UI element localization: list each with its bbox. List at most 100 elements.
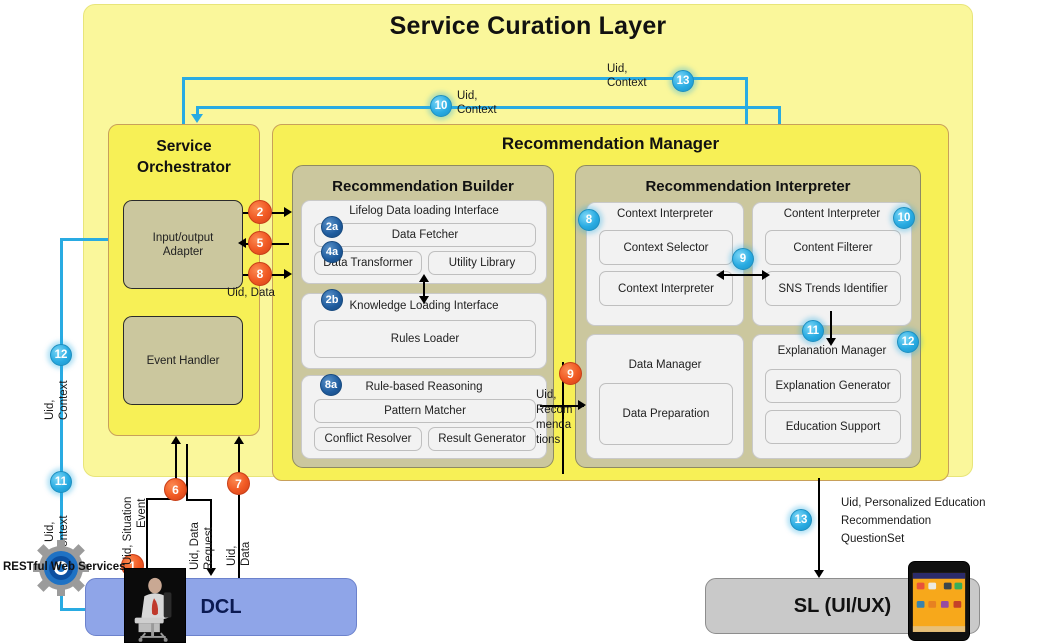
label-uid-context-13: Uid, Context bbox=[607, 63, 647, 89]
badge-5: 5 bbox=[248, 231, 272, 255]
data-fetcher-label: Data Fetcher bbox=[391, 229, 459, 241]
badge-12-explanation-label: 12 bbox=[901, 336, 915, 348]
badge-6-label: 6 bbox=[172, 482, 179, 497]
pattern-matcher-box: Pattern Matcher bbox=[314, 399, 536, 423]
recommendation-builder-panel: Recommendation Builder Lifelog Data load… bbox=[292, 165, 554, 468]
badge-7-label: 7 bbox=[235, 476, 242, 491]
utility-library-box: Utility Library bbox=[428, 251, 536, 275]
label-uid-context-10: Uid, Context bbox=[457, 90, 497, 116]
label-uid-situation-event-2: Event bbox=[136, 498, 148, 528]
badge-11-explanation: 11 bbox=[802, 320, 824, 342]
interp-internal-arrow-left bbox=[716, 270, 724, 280]
label-sl-message: Uid, Personalized Education Recommendati… bbox=[841, 497, 986, 545]
content-interpreter-group-label: Content Interpreter bbox=[783, 208, 881, 220]
utility-library-label: Utility Library bbox=[448, 257, 516, 269]
sl-uiux-label: SL (UI/UX) bbox=[793, 594, 892, 617]
content-interpreter-group: Content Interpreter Content Filterer SNS… bbox=[752, 202, 912, 326]
restful-web-services-label: RESTful Web Services bbox=[3, 561, 126, 573]
badge-9-label: 9 bbox=[567, 366, 574, 381]
badge-10-content: 10 bbox=[893, 207, 915, 229]
badge-2a: 2a bbox=[321, 216, 343, 238]
conflict-resolver-box: Conflict Resolver bbox=[314, 427, 422, 451]
input-output-adapter-box: Input/output Adapter bbox=[123, 200, 243, 289]
interp-internal-connector bbox=[722, 274, 766, 276]
label-uid-data-request-2: Request bbox=[203, 527, 215, 570]
badge-11-left: 11 bbox=[50, 471, 72, 493]
badge-2-label: 2 bbox=[256, 205, 264, 219]
badge-8-orchestrator: 8 bbox=[248, 262, 272, 286]
badge-8a: 8a bbox=[320, 374, 342, 396]
badge-11-explanation-label: 11 bbox=[806, 325, 820, 337]
recommendation-builder-title: Recommendation Builder bbox=[332, 178, 514, 195]
context-interpreter-group-label: Context Interpreter bbox=[617, 208, 713, 220]
context-selector-label: Context Selector bbox=[623, 241, 709, 254]
interp-internal-arrow-right bbox=[762, 270, 770, 280]
badge-12-explanation: 12 bbox=[897, 331, 919, 353]
data-preparation-box: Data Preparation bbox=[599, 383, 733, 445]
event-handler-box: Event Handler bbox=[123, 316, 243, 405]
connector-5-arrow bbox=[238, 238, 246, 248]
badge-8-context-label: 8 bbox=[585, 214, 593, 226]
badge-6: 6 bbox=[164, 478, 187, 501]
explanation-generator-label: Explanation Generator bbox=[775, 380, 891, 392]
badge-5-label: 5 bbox=[256, 236, 264, 250]
label-uid-situation-event: Uid, Situation bbox=[122, 496, 134, 565]
badge-10-top-label: 10 bbox=[434, 100, 448, 112]
connector-situation-event-arrow bbox=[171, 436, 181, 444]
connector-13-horizontal bbox=[182, 77, 747, 80]
connector-13-vertical-left bbox=[182, 77, 185, 124]
badge-12-left: 12 bbox=[50, 344, 72, 366]
data-manager-group-label: Data Manager bbox=[628, 359, 702, 371]
badge-13-bottom-label: 13 bbox=[794, 514, 808, 526]
sns-trends-identifier-label: SNS Trends Identifier bbox=[778, 282, 888, 295]
service-orchestrator-title-line1: Service bbox=[156, 138, 212, 155]
badge-8-orchestrator-label: 8 bbox=[256, 267, 264, 281]
service-orchestrator-title-line2: Orchestrator bbox=[137, 159, 231, 176]
context-selector-box: Context Selector bbox=[599, 230, 733, 265]
badge-7: 7 bbox=[227, 472, 250, 495]
badge-12-left-label: 12 bbox=[54, 349, 68, 361]
badge-10-content-label: 10 bbox=[897, 212, 911, 224]
badge-2b-label: 2b bbox=[325, 294, 339, 306]
dcl-label: DCL bbox=[200, 595, 242, 618]
result-generator-label: Result Generator bbox=[438, 433, 526, 445]
builder-internal-arrow-down bbox=[419, 296, 429, 304]
input-output-adapter-label: Input/output Adapter bbox=[152, 231, 214, 258]
explanation-manager-group: Explanation Manager Explanation Generato… bbox=[752, 334, 912, 459]
smartphone-icon bbox=[908, 561, 970, 641]
explanation-generator-box: Explanation Generator bbox=[765, 369, 901, 403]
lifelog-data-loading-interface-label: Lifelog Data loading Interface bbox=[349, 205, 499, 217]
conflict-resolver-label: Conflict Resolver bbox=[324, 433, 412, 445]
badge-10-top: 10 bbox=[430, 95, 452, 117]
badge-2a-label: 2a bbox=[325, 221, 339, 233]
context-interpreter-group: Context Interpreter Context Selector Con… bbox=[586, 202, 744, 326]
connector-13-to-sl-arrow bbox=[814, 570, 824, 578]
badge-13-top: 13 bbox=[672, 70, 694, 92]
recommendation-interpreter-title: Recommendation Interpreter bbox=[645, 178, 851, 195]
label-uid-data-7: Uid, bbox=[226, 545, 238, 566]
context-interpreter-label: Context Interpreter bbox=[618, 282, 714, 295]
badge-9: 9 bbox=[559, 362, 582, 385]
education-support-box: Education Support bbox=[765, 410, 901, 444]
connector-2-arrow bbox=[284, 207, 292, 217]
badge-11-left-label: 11 bbox=[54, 476, 68, 488]
badge-9-middle: 9 bbox=[732, 248, 754, 270]
result-generator-box: Result Generator bbox=[428, 427, 536, 451]
connector-data-request-h bbox=[186, 499, 211, 501]
label-uid-data-adapter: Uid, Data bbox=[227, 287, 275, 299]
connector-13-to-sl bbox=[818, 478, 820, 574]
label-uid-data-7-2: Data bbox=[240, 541, 252, 566]
event-handler-label: Event Handler bbox=[146, 354, 220, 367]
label-uid-data-request: Uid, Data bbox=[189, 522, 201, 570]
badge-2: 2 bbox=[248, 200, 272, 224]
connector-8-arrow bbox=[284, 269, 292, 279]
rules-loader-box: Rules Loader bbox=[314, 320, 536, 358]
badge-8-context: 8 bbox=[578, 209, 600, 231]
page-title: Service Curation Layer bbox=[389, 12, 667, 40]
connector-7-arrow bbox=[234, 436, 244, 444]
sns-trends-identifier-box: SNS Trends Identifier bbox=[765, 271, 901, 306]
context-interpreter-box: Context Interpreter bbox=[599, 271, 733, 306]
content-filterer-box: Content Filterer bbox=[765, 230, 901, 265]
label-uid-context-12-left-2: Context bbox=[58, 380, 70, 420]
badge-13-top-label: 13 bbox=[676, 75, 690, 87]
